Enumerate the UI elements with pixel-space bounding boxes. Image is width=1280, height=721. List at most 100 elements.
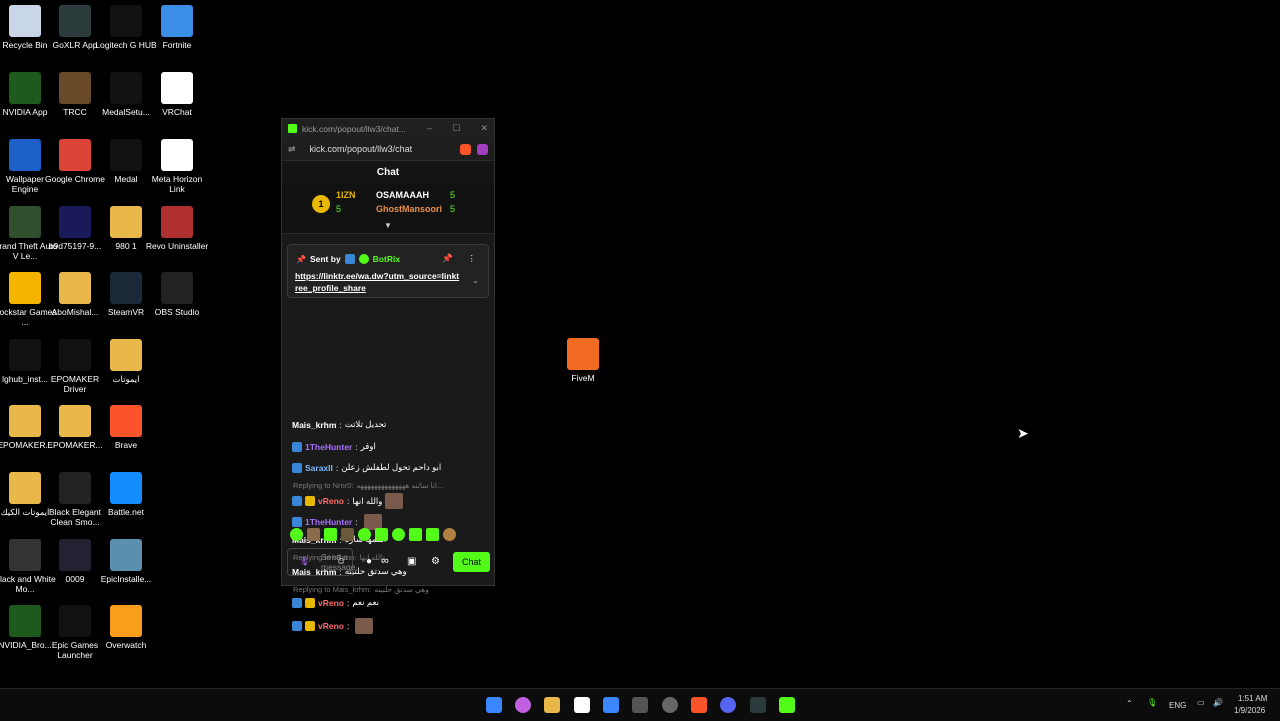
username-separator: :	[355, 517, 358, 527]
reply-snippet: وهي سدتق حلتيته	[374, 585, 429, 594]
clock-date[interactable]: 1/9/2026	[1234, 706, 1265, 715]
expand-chevron-icon[interactable]: ⌄	[472, 275, 479, 286]
chat-message[interactable]: 1TheHunter: اوفر	[292, 441, 376, 452]
desktop-shortcut[interactable]: VRChat	[144, 72, 210, 117]
desktop-shortcut[interactable]: Revo Uninstaller	[144, 206, 210, 251]
emote-icon[interactable]	[358, 528, 371, 541]
file-explorer-icon[interactable]	[544, 697, 560, 713]
chat-message[interactable]: vReno: والله انها	[292, 493, 404, 509]
chat-username[interactable]: 1TheHunter	[305, 442, 352, 452]
notepad-icon[interactable]	[574, 697, 590, 713]
desktop-shortcut[interactable]: Brave	[93, 405, 159, 450]
app-icon[interactable]	[662, 697, 678, 713]
leader-third-name[interactable]: GhostMansoori	[376, 204, 442, 214]
fortnite-icon	[161, 5, 193, 37]
emote-icon[interactable]	[290, 528, 303, 541]
send-chat-button[interactable]: Chat	[453, 552, 490, 572]
chat-message[interactable]: SaraxII: ابو داحم تحول لطفلش زعلن	[292, 462, 441, 473]
emote-icon[interactable]	[324, 528, 337, 541]
chat-username[interactable]: vReno	[318, 621, 344, 631]
desktop-shortcut[interactable]: Fortnite	[144, 5, 210, 50]
overwatch-icon	[110, 605, 142, 637]
reply-target: Replying to Mais_krhm:	[293, 585, 372, 594]
brave-icon[interactable]	[691, 697, 707, 713]
reply-reference[interactable]: Replying to Mais_krhm: وهي سدتق حلتيته	[293, 585, 429, 594]
close-icon[interactable]: ✕	[480, 123, 488, 134]
emote-icon[interactable]	[409, 528, 422, 541]
chat-message-list[interactable]: Mais_krhm: تحديل تلاتت 1TheHunter: اوفر Sara…	[282, 297, 494, 634]
language-indicator[interactable]: ENG	[1169, 701, 1186, 710]
network-icon[interactable]: ▭	[1197, 698, 1205, 707]
desktop-shortcut[interactable]: Overwatch	[93, 605, 159, 650]
emote-icon[interactable]	[392, 528, 405, 541]
emote-picker-icon[interactable]: ☺	[336, 556, 346, 567]
chat-username[interactable]: vReno	[318, 496, 344, 506]
chrome-icon	[59, 139, 91, 171]
chat-message[interactable]: vReno:	[292, 618, 374, 634]
desktop-shortcut[interactable]: OBS Studio	[144, 272, 210, 317]
settings-gear-icon[interactable]: ⚙	[431, 556, 440, 567]
window-titlebar[interactable]: kick.com/popout/llw3/chat... – ☐ ✕	[282, 119, 494, 138]
desktop-shortcut[interactable]: ايموتات	[93, 339, 159, 384]
chat-username[interactable]: 1TheHunter	[305, 517, 352, 527]
desktop-shortcut[interactable]: EpicInstalle...	[93, 539, 159, 584]
microphone-icon[interactable]: 🎙	[299, 556, 310, 567]
reply-reference[interactable]: Replying to Nrnr0: انا ساتنه هههههههههههه…	[293, 481, 443, 490]
pinned-author[interactable]: BotRix	[373, 254, 400, 264]
mouse-cursor-icon: ➤	[1017, 425, 1029, 441]
reply-snippet: انا ساتنه ههههههههههههههه...	[356, 481, 444, 490]
chat-header: Chat	[282, 161, 494, 183]
site-settings-icon[interactable]: ⇌	[288, 144, 296, 155]
chat-message[interactable]: vReno: نعم نعم	[292, 597, 379, 608]
copilot-icon[interactable]	[515, 697, 531, 713]
microphone-tray-icon[interactable]: 🎙	[1147, 698, 1157, 707]
pinned-link[interactable]: https://linktr.ee/wa.dw?utm_source=linkt…	[295, 270, 460, 294]
goxlr-icon[interactable]	[750, 697, 766, 713]
infinity-icon[interactable]: ∞	[381, 555, 389, 567]
desktop-shortcut[interactable]: Battle.net	[93, 472, 159, 517]
desktop-shortcut-label: EpicInstalle...	[100, 574, 152, 584]
chat-username[interactable]: Mais_krhm	[292, 420, 336, 430]
store-icon[interactable]	[603, 697, 619, 713]
username-separator: :	[335, 462, 339, 473]
crown-badge-icon	[305, 621, 315, 631]
leader-second-count: 5	[450, 190, 456, 200]
store-icon[interactable]: ▣	[407, 556, 416, 567]
calculator-icon[interactable]	[632, 697, 648, 713]
discord-icon[interactable]	[720, 697, 736, 713]
emote-icon[interactable]	[307, 528, 320, 541]
subscriber-badge-icon	[292, 517, 302, 527]
chat-username[interactable]: vReno	[318, 598, 344, 608]
taskbar: ⌃ 🎙 ENG ▭ 🔊 1:51 AM 1/9/2026	[0, 688, 1280, 721]
meta-icon	[161, 139, 193, 171]
vrchat-icon	[161, 72, 193, 104]
brave-rewards-icon[interactable]	[477, 143, 488, 155]
emote-icon[interactable]	[375, 528, 388, 541]
minimize-icon[interactable]: –	[427, 123, 432, 134]
clock-time[interactable]: 1:51 AM	[1238, 694, 1267, 703]
desktop-shortcut[interactable]: Meta Horizon Link	[144, 139, 210, 194]
more-options-icon[interactable]: ⋮	[468, 253, 477, 264]
leader-top-name[interactable]: 1IZN	[336, 190, 356, 200]
leader-second-name[interactable]: OSAMAAAH	[376, 190, 429, 200]
volume-icon[interactable]: 🔊	[1213, 698, 1223, 707]
goxlr-icon	[59, 5, 91, 37]
emote-icon[interactable]	[443, 528, 456, 541]
chat-message[interactable]: Mais_krhm: تحديل تلاتت	[292, 419, 386, 430]
tray-chevron-icon[interactable]: ⌃	[1126, 699, 1133, 708]
epomaker-icon	[59, 339, 91, 371]
brave-shield-icon[interactable]	[460, 143, 471, 155]
maximize-icon[interactable]: ☐	[452, 123, 460, 134]
emote-icon[interactable]	[341, 528, 354, 541]
chat-username[interactable]: SaraxII	[305, 463, 333, 473]
unpin-icon[interactable]: 📌	[442, 253, 453, 264]
emote-icon[interactable]	[426, 528, 439, 541]
desktop-shortcut[interactable]: FiveM	[550, 338, 616, 383]
obs-icon	[161, 272, 193, 304]
gift-icon[interactable]: ●	[366, 556, 372, 567]
address-bar[interactable]: ⇌ kick.com/popout/llw3/chat	[282, 138, 494, 161]
collapse-chevron-icon[interactable]: ▼	[384, 221, 392, 230]
kick-icon[interactable]	[779, 697, 795, 713]
start-icon[interactable]	[486, 697, 502, 713]
pinned-message[interactable]: 📌 Sent by BotRix 📌 ⋮ https://linktr.ee/w…	[287, 244, 489, 298]
